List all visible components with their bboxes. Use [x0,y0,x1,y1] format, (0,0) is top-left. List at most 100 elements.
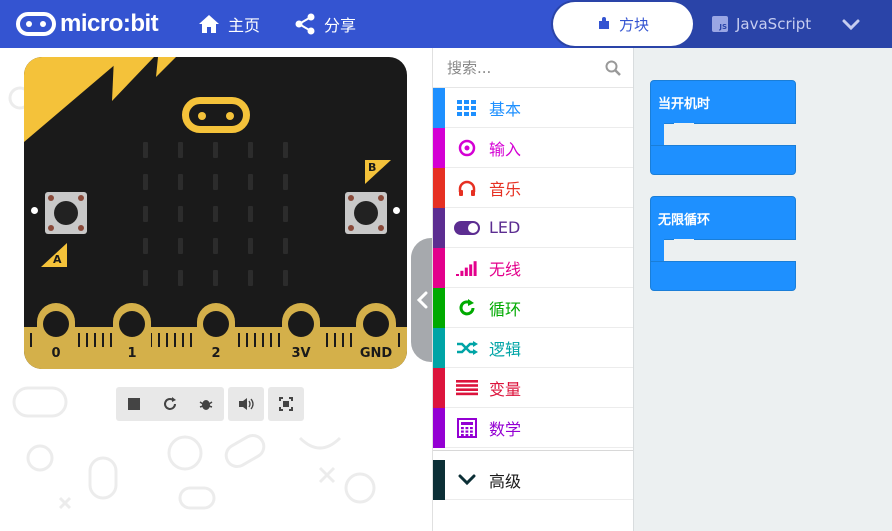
led-pixel [248,174,253,190]
board-side-dot-right [393,207,400,214]
button-a[interactable] [45,192,87,234]
led-pixel [213,238,218,254]
led-pixel [248,270,253,286]
pin-3v[interactable]: 3V [282,303,320,369]
pin-hole [203,311,229,337]
on-start-label: 当开机时 [658,97,711,112]
category-stripe [433,287,445,328]
share-icon [295,13,315,35]
led-pixel [283,142,288,158]
category-item[interactable]: 音乐 [433,167,633,208]
led-pixel [143,238,148,254]
header-bar: micro:bit 主页 分享 方块 JS JavaScript [0,0,892,48]
refresh-icon [445,298,489,317]
category-advanced[interactable]: 高级 [433,459,633,500]
category-item[interactable]: LED [433,207,633,248]
block-footer [650,261,796,291]
fullscreen-button[interactable] [268,387,304,421]
connector-tooth [342,333,344,347]
led-pixel [213,174,218,190]
tab-javascript-label: JavaScript [736,15,812,33]
category-item[interactable]: 变量 [433,367,633,408]
restart-button[interactable] [152,387,188,421]
toolbox-search [433,48,633,88]
led-pixel [143,174,148,190]
led-pixel [248,206,253,222]
connector-tooth [158,333,160,347]
button-b[interactable] [345,192,387,234]
signal-icon [445,260,489,276]
category-advanced-label: 高级 [489,471,522,491]
logo-text: micro:bit [60,10,159,37]
button-b-label: B [368,161,377,174]
javascript-icon: JS [712,16,728,32]
category-item[interactable]: 数学 [433,407,633,448]
bug-icon [199,400,213,410]
category-stripe [433,247,445,288]
category-stripe [433,127,445,168]
category-label: LED [489,218,521,237]
pin-2[interactable]: 2 [197,303,235,369]
pin-label: GND [359,346,393,361]
led-pixel [143,206,148,222]
connector-tooth [246,333,248,347]
home-button[interactable]: 主页 [198,12,260,36]
led-pixel [283,206,288,222]
led-pixel [283,238,288,254]
pin-gnd[interactable]: GND [356,303,396,369]
connector-tooth [94,333,96,347]
pin-hole [43,311,69,337]
tab-blocks-label: 方块 [618,15,649,34]
led-pixel [178,174,183,190]
category-label: 变量 [489,379,522,399]
microbit-board[interactable]: A B 0 1 2 3V GND [24,57,407,369]
tab-blocks[interactable]: 方块 [553,2,693,46]
connector-tooth [182,333,184,347]
search-input[interactable] [447,58,597,78]
connector-tooth [30,333,32,347]
connector-tooth [262,333,264,347]
connector-tooth [350,333,352,347]
category-label: 输入 [489,139,522,159]
category-label: 循环 [489,299,522,319]
chevron-down-icon[interactable] [840,14,862,36]
category-stripe [433,367,445,408]
mute-button[interactable] [228,387,264,421]
category-item[interactable]: 无线 [433,247,633,288]
led-pixel [213,206,218,222]
block-footer [650,145,796,175]
led-pixel [248,142,253,158]
pin-0[interactable]: 0 [37,303,75,369]
category-label: 无线 [489,259,522,279]
stop-icon [128,398,140,410]
blocks-workspace[interactable]: 当开机时 无限循环 [633,48,892,531]
fullscreen-icon [279,397,293,411]
pin-1[interactable]: 1 [113,303,151,369]
share-button[interactable]: 分享 [294,12,356,36]
category-stripe [433,407,445,448]
simulator-controls [116,387,304,421]
connector-tooth [238,333,240,347]
category-stripe [433,207,445,248]
category-item[interactable]: 逻辑 [433,327,633,368]
connector-tooth [102,333,104,347]
category-stripe [433,87,445,128]
connector-tooth [190,333,192,347]
headphones-icon [445,180,489,196]
category-label: 数学 [489,419,522,439]
search-icon[interactable] [605,60,621,76]
tab-javascript[interactable]: JS JavaScript [712,2,811,46]
microbit-logo[interactable]: micro:bit [16,10,159,38]
block-arm [650,123,664,145]
connector-tooth [326,333,328,347]
debug-button[interactable] [188,387,224,421]
home-label: 主页 [228,16,261,35]
led-pixel [178,270,183,286]
collapse-simulator-button[interactable] [411,238,433,362]
led-pixel [283,270,288,286]
simulator-control-group [116,387,224,421]
category-item[interactable]: 输入 [433,127,633,168]
category-item[interactable]: 基本 [433,87,633,128]
stop-button[interactable] [116,387,152,421]
category-item[interactable]: 循环 [433,287,633,328]
